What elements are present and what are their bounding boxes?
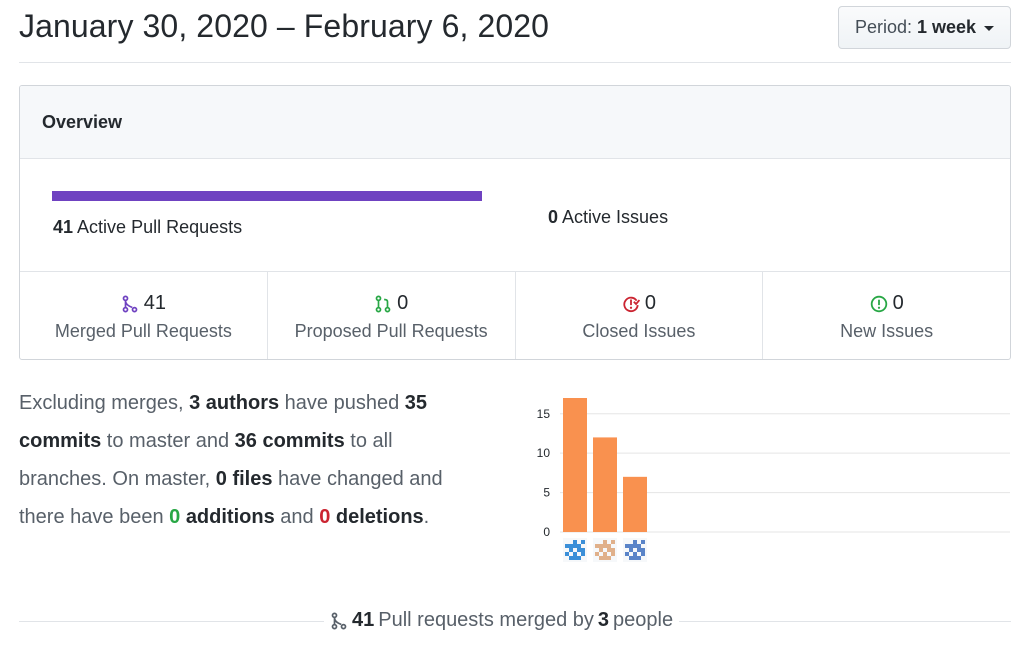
- y-tick-label: 15: [537, 407, 551, 421]
- summary-text-6: and: [274, 506, 320, 528]
- author-avatar[interactable]: [623, 538, 647, 562]
- authors-link[interactable]: 3 authors: [189, 392, 279, 414]
- files-link[interactable]: 0 files: [216, 468, 273, 490]
- overview-heading: Overview: [20, 86, 1010, 159]
- people-text: people: [613, 609, 674, 631]
- closed-issues-label: Closed Issues: [582, 321, 696, 341]
- summary-text-7: .: [423, 506, 430, 528]
- stat-closed-issues[interactable]: 0 Closed Issues: [516, 272, 764, 359]
- active-pull-requests-bar[interactable]: [52, 191, 482, 201]
- y-tick-label: 5: [543, 486, 550, 500]
- title-divider: [19, 62, 1011, 63]
- summary-text-1: Excluding merges,: [19, 392, 190, 414]
- commit-summary: Excluding merges, 3 authors have pushed …: [19, 384, 479, 536]
- period-dropdown-button[interactable]: Period: 1 week: [838, 6, 1011, 49]
- issue-closed-icon: [623, 296, 640, 312]
- merged-by-text: Pull requests merged by: [378, 609, 594, 631]
- git-merge-icon: [331, 612, 347, 629]
- page-title: January 30, 2020 – February 6, 2020: [19, 8, 550, 44]
- proposed-count: 0: [397, 292, 409, 314]
- pull-requests-merged-heading: 41 Pull requests merged by 3 people: [324, 609, 680, 632]
- overview-summary: 41 Active Pull Requests 0 Active Issues: [20, 159, 1010, 272]
- bar-author-3[interactable]: [623, 476, 647, 532]
- closed-issues-count: 0: [644, 292, 656, 314]
- issue-opened-icon: [870, 295, 887, 312]
- caret-down-icon: [984, 26, 995, 31]
- stat-new-issues[interactable]: 0 New Issues: [763, 272, 1010, 359]
- active-issues-count: 0: [548, 207, 559, 227]
- y-tick-label: 0: [543, 525, 550, 539]
- new-issues-label: New Issues: [840, 321, 934, 341]
- active-pull-requests-label: Active Pull Requests: [77, 217, 243, 237]
- additions-count: 0: [169, 506, 181, 528]
- git-pull-request-icon: [375, 295, 391, 312]
- commits-by-author-chart: 0 5 10 15: [537, 398, 1010, 562]
- period-label: Period:: [854, 17, 912, 37]
- period-value: 1 week: [917, 17, 977, 37]
- commits-all-link[interactable]: 36 commits: [235, 430, 345, 452]
- active-issues-link[interactable]: 0 Active Issues: [548, 207, 668, 228]
- git-merge-icon: [122, 295, 138, 312]
- additions-label: additions: [185, 506, 275, 528]
- stat-merged-pull-requests[interactable]: 41 Merged Pull Requests: [20, 272, 268, 359]
- deletions-label: deletions: [335, 506, 424, 528]
- bar-author-1[interactable]: [563, 398, 587, 532]
- active-issues-label: Active Issues: [562, 207, 669, 227]
- summary-text-2: have pushed: [279, 392, 405, 414]
- new-issues-count: 0: [892, 292, 904, 314]
- people-count: 3: [597, 609, 610, 631]
- deletions-count: 0: [319, 506, 331, 528]
- bar-author-2[interactable]: [593, 437, 617, 532]
- active-pull-requests-link[interactable]: 41 Active Pull Requests: [53, 217, 242, 238]
- merged-count: 41: [143, 292, 166, 314]
- y-tick-label: 10: [537, 446, 551, 460]
- active-pull-requests-count: 41: [53, 217, 74, 237]
- stat-proposed-pull-requests[interactable]: 0 Proposed Pull Requests: [268, 272, 516, 359]
- summary-text-3: to master and: [101, 430, 235, 452]
- merged-label: Merged Pull Requests: [54, 321, 232, 341]
- overview-panel: Overview 41 Active Pull Requests 0 Activ…: [19, 85, 1011, 360]
- author-avatar[interactable]: [593, 538, 617, 562]
- proposed-label: Proposed Pull Requests: [294, 321, 488, 341]
- author-avatar[interactable]: [563, 538, 587, 562]
- merged-pr-count: 41: [352, 609, 375, 631]
- overview-stats: 41 Merged Pull Requests 0 Proposed Pull …: [20, 272, 1010, 359]
